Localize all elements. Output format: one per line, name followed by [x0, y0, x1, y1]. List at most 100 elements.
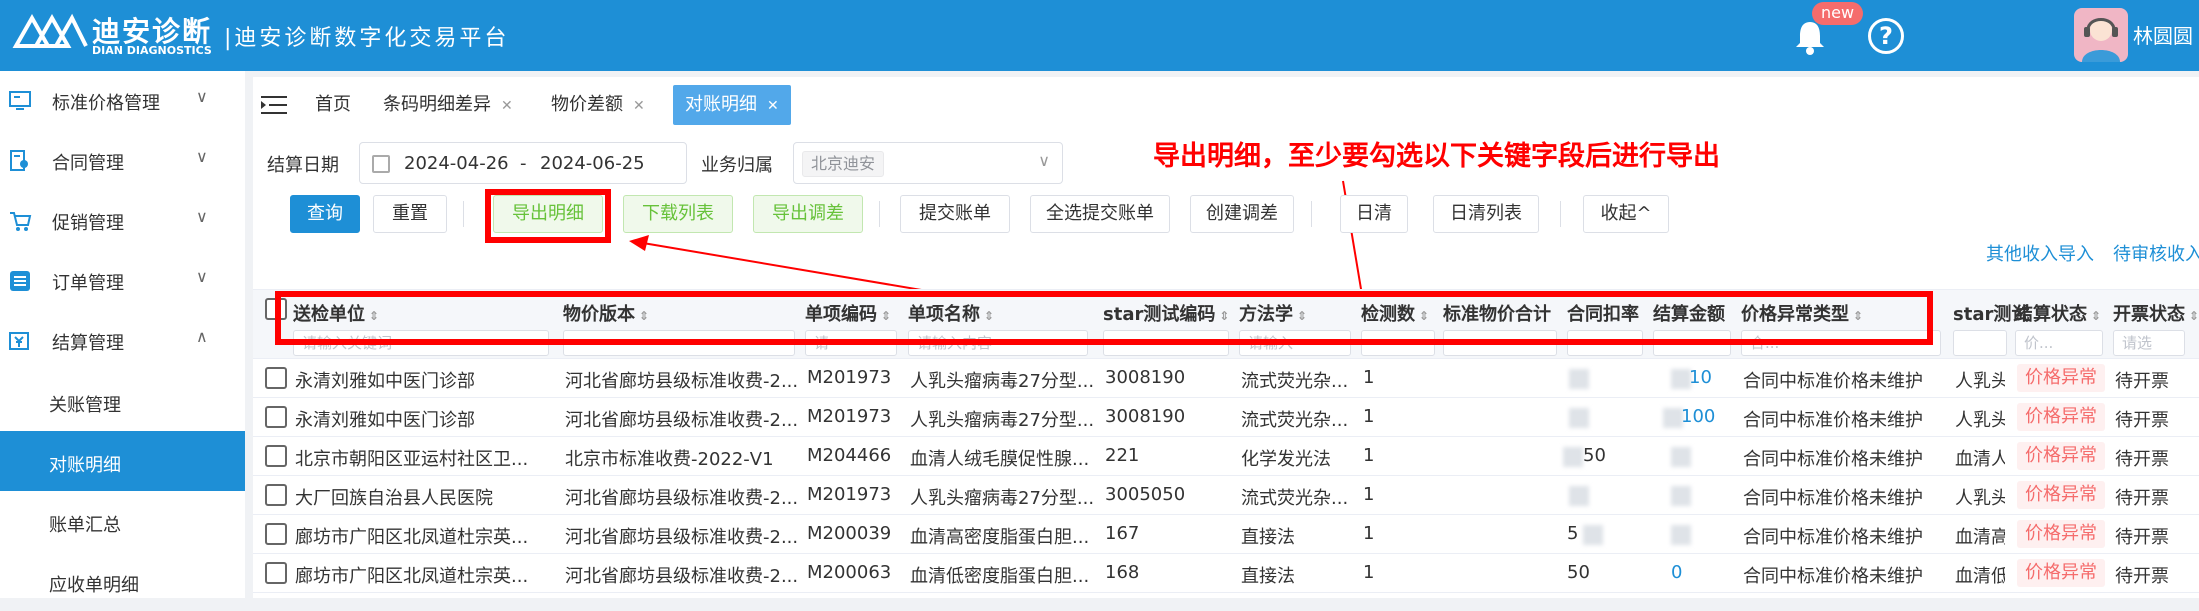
export-adjust-button[interactable]: 导出调差	[753, 195, 863, 233]
table-row[interactable]: 永清刘雅如中医门诊部 河北省廊坊县级标准收费-2... M201973 人乳头瘤…	[253, 359, 2199, 398]
business-select[interactable]: 北京迪安 ∨	[793, 142, 1063, 184]
sidebar-subitem-reconcile-detail[interactable]: 对账明细	[0, 431, 245, 491]
submit-bill-button[interactable]: 提交账单	[900, 195, 1010, 233]
row-checkbox[interactable]	[265, 523, 287, 545]
cell-rate: 5	[1567, 523, 1579, 544]
other-income-import-link[interactable]: 其他收入导入	[1986, 240, 2094, 266]
cell-star-code: 3005050	[1105, 484, 1186, 505]
date-range-picker[interactable]: 2024-04-26 - 2024-06-25	[359, 142, 687, 184]
cell-code: M201973	[807, 484, 892, 505]
sidebar-item-settlement[interactable]: 结算管理 ∧	[0, 311, 245, 371]
calendar-icon	[372, 155, 390, 173]
sidebar-item-contract[interactable]: 合同管理 ∨	[0, 131, 245, 191]
tab-label: 物价差额	[551, 94, 623, 115]
sidebar-item-standard-price[interactable]: 标准价格管理 ∨	[0, 71, 245, 131]
cell-rate: 50	[1583, 445, 1606, 466]
collapse-button[interactable]: 收起^	[1583, 195, 1669, 233]
cell-price-type: 合同中标准价格未维护	[1743, 371, 1923, 392]
row-checkbox[interactable]	[265, 484, 287, 506]
cell-amount[interactable]: 100	[1681, 406, 1715, 427]
row-checkbox[interactable]	[265, 445, 287, 467]
sidebar-subitem-label: 对账明细	[49, 455, 121, 476]
tab-price-diff[interactable]: 物价差额 ✕	[551, 85, 645, 125]
close-icon[interactable]: ✕	[501, 98, 513, 114]
cell-version: 北京市标准收费-2022-V1	[565, 449, 774, 470]
row-checkbox[interactable]	[265, 406, 287, 428]
cell-star-test: 人乳头	[1955, 488, 2005, 509]
notification-badge: new	[1812, 2, 1864, 25]
filter-select-status[interactable]: 价...	[2015, 330, 2103, 356]
sidebar-subitem-receivable-detail[interactable]: 应收单明细	[0, 551, 245, 611]
cell-count: 1	[1363, 367, 1375, 388]
menu-fold-icon[interactable]	[261, 94, 287, 116]
cell-unit: 永清刘雅如中医门诊部	[295, 410, 475, 431]
reset-button[interactable]: 重置	[373, 195, 447, 233]
row-checkbox[interactable]	[265, 562, 287, 584]
sidebar-subitem-close-account[interactable]: 关账管理	[0, 371, 245, 431]
cell-version: 河北省廊坊县级标准收费-2...	[565, 527, 799, 548]
row-checkbox[interactable]	[265, 367, 287, 389]
table-row[interactable]: 廊坊市广阳区北凤道杜宗英... 河北省廊坊县级标准收费-2... M200039…	[253, 515, 2199, 554]
cell-method: 化学发光法	[1241, 449, 1331, 470]
sidebar-item-promotion[interactable]: 促销管理 ∨	[0, 191, 245, 251]
cell-star-code: 3008190	[1105, 406, 1186, 427]
date-end[interactable]: 2024-06-25	[540, 153, 645, 174]
column-header-invoice[interactable]: 开票状态 ⇕	[2113, 300, 2199, 326]
brand-sub: DIAN DIAGNOSTICS	[92, 44, 212, 57]
select-all-submit-button[interactable]: 全选提交账单	[1030, 195, 1170, 233]
status-badge: 价格异常	[2017, 481, 2105, 509]
table-row[interactable]: 北京市朝阳区亚运村社区卫... 北京市标准收费-2022-V1 M204466 …	[253, 437, 2199, 476]
cell-name: 血清人绒毛膜促性腺...	[910, 449, 1090, 470]
sidebar-item-label: 标准价格管理	[52, 93, 160, 114]
cell-rate: 50	[1567, 562, 1590, 583]
sidebar-item-label: 结算管理	[52, 333, 124, 354]
sidebar-item-order[interactable]: 订单管理 ∨	[0, 251, 245, 311]
tab-home[interactable]: 首页	[315, 85, 351, 125]
tab-label: 条码明细差异	[383, 94, 491, 115]
cell-invoice: 待开票	[2115, 566, 2169, 587]
sidebar-subitem-bill-summary[interactable]: 账单汇总	[0, 491, 245, 551]
cell-method: 直接法	[1241, 527, 1295, 548]
monitor-icon	[9, 91, 31, 110]
status-badge: 价格异常	[2017, 442, 2105, 470]
chevron-down-icon: ∨	[196, 87, 208, 106]
main-content: 结算日期 2024-04-26 - 2024-06-25 业务归属 北京迪安 ∨…	[253, 131, 2199, 598]
blurred-value	[1569, 408, 1589, 428]
daily-clear-list-button[interactable]: 日清列表	[1433, 195, 1539, 233]
blurred-value	[1583, 525, 1603, 545]
daily-clear-button[interactable]: 日清	[1340, 195, 1408, 233]
tab-reconcile-detail[interactable]: 对账明细 ✕	[673, 85, 791, 125]
cell-amount[interactable]: 0	[1671, 562, 1682, 583]
download-list-button[interactable]: 下载列表	[623, 195, 733, 233]
blurred-value	[1569, 369, 1589, 389]
cell-amount[interactable]: 10	[1689, 367, 1712, 388]
cell-star-test: 人乳头	[1955, 410, 2005, 431]
table-row[interactable]: 廊坊市广阳区北凤道杜宗英... 河北省廊坊县级标准收费-2... M200063…	[253, 554, 2199, 593]
sidebar-subitem-label: 账单汇总	[49, 515, 121, 536]
filter-select-invoice[interactable]: 请选	[2113, 330, 2185, 356]
avatar[interactable]	[2074, 8, 2128, 62]
button-divider	[1560, 201, 1561, 227]
username[interactable]: 林圆圆	[2133, 20, 2193, 49]
filter-input-star-test[interactable]	[1953, 330, 2007, 356]
sidebar-subitem-label: 关账管理	[49, 395, 121, 416]
contract-icon	[10, 150, 28, 171]
cell-name: 血清高密度脂蛋白胆...	[910, 527, 1090, 548]
close-icon[interactable]: ✕	[633, 98, 645, 114]
help-icon[interactable]: ?	[1868, 18, 1904, 54]
query-button[interactable]: 查询	[290, 195, 360, 233]
chevron-down-icon: ∨	[196, 147, 208, 166]
highlight-box-key-fields	[275, 291, 1933, 345]
close-icon[interactable]: ✕	[767, 98, 779, 114]
date-start[interactable]: 2024-04-26	[404, 153, 509, 174]
column-header-status[interactable]: 结算状态 ⇕	[2015, 300, 2101, 326]
pending-review-link[interactable]: 待审核收入	[2113, 240, 2199, 266]
table-row[interactable]: 大厂回族自治县人民医院 河北省廊坊县级标准收费-2... M201973 人乳头…	[253, 476, 2199, 515]
tab-barcode-diff[interactable]: 条码明细差异 ✕	[383, 85, 513, 125]
create-adjust-button[interactable]: 创建调差	[1190, 195, 1294, 233]
cell-star-test: 血清人	[1955, 449, 2005, 470]
blurred-value	[1671, 486, 1691, 506]
cell-unit: 永清刘雅如中医门诊部	[295, 371, 475, 392]
table-row[interactable]: 永清刘雅如中医门诊部 河北省廊坊县级标准收费-2... M201973 人乳头瘤…	[253, 398, 2199, 437]
cell-star-code: 168	[1105, 562, 1140, 583]
